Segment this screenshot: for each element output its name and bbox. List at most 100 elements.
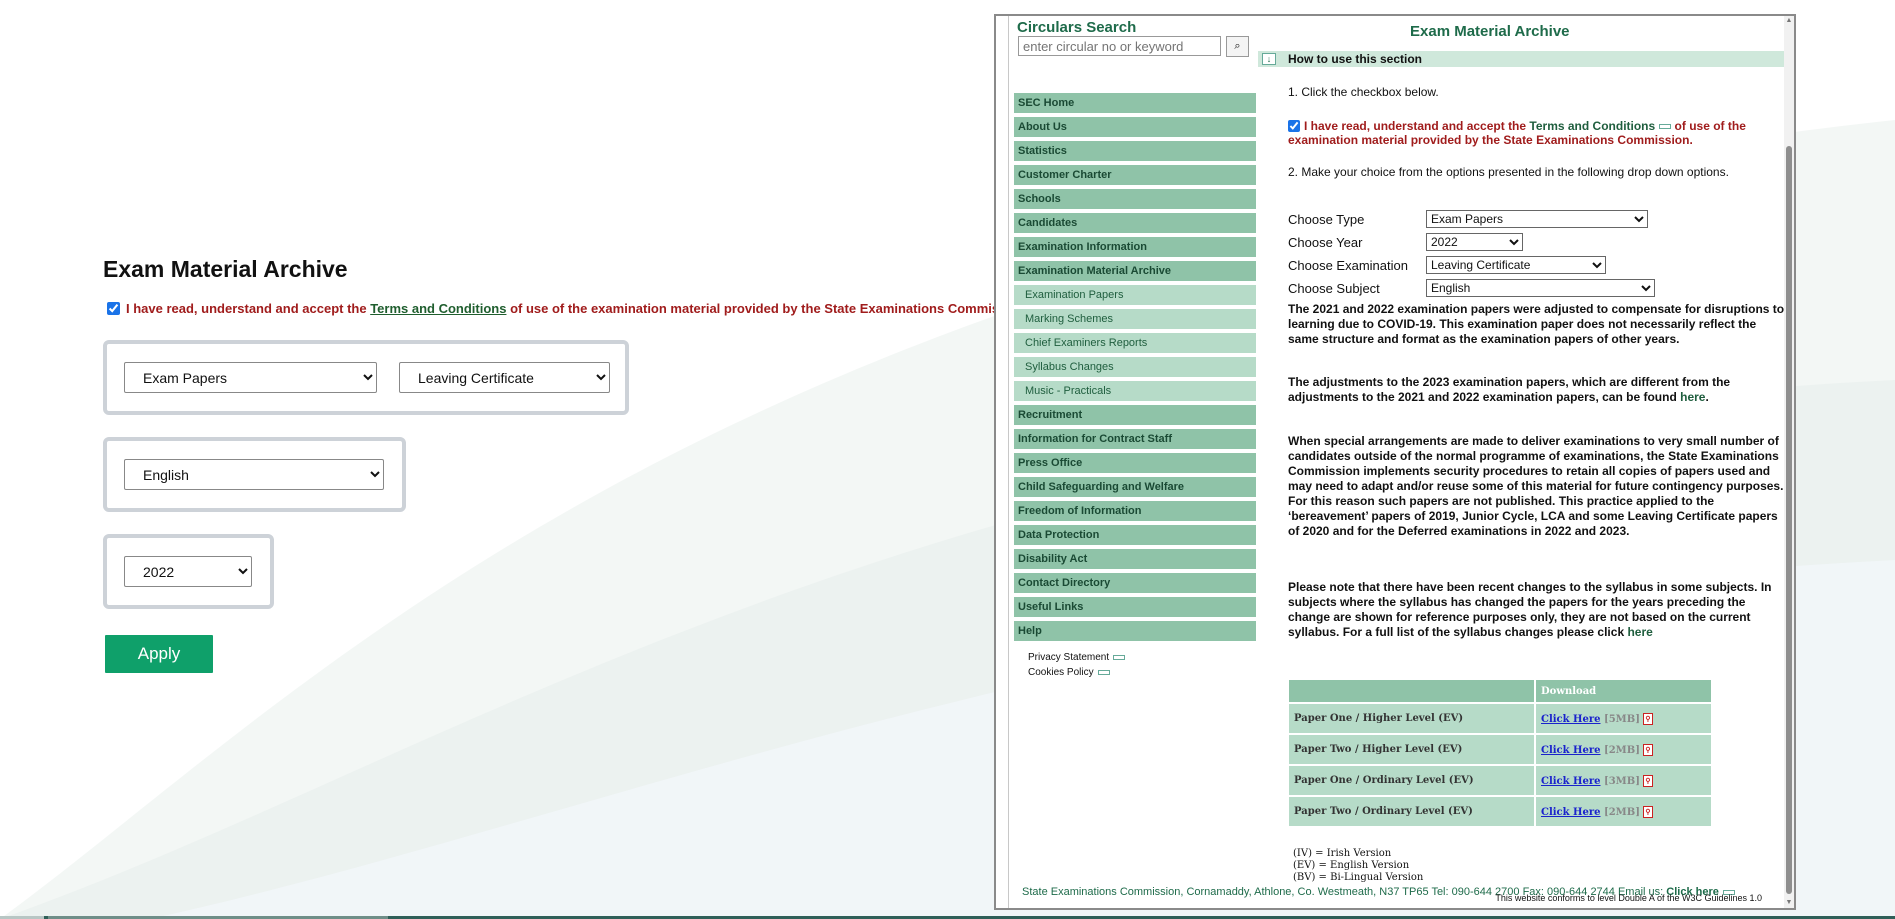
expand-icon[interactable]: ↓ — [1262, 53, 1276, 65]
legend-irish: (IV) = Irish Version — [1293, 848, 1392, 859]
type-select[interactable]: Exam Papers — [124, 362, 377, 393]
download-link[interactable]: Click Here — [1541, 776, 1601, 787]
sidebar-item-useful-links[interactable]: Useful Links — [1014, 597, 1256, 617]
file-size: [2MB] — [1603, 806, 1640, 818]
howto-bar[interactable]: ↓ How to use this section — [1258, 51, 1786, 67]
sidebar-item-marking-schemes[interactable]: Marking Schemes — [1014, 309, 1256, 329]
paper-name: Paper One / Ordinary Level (EV) — [1289, 766, 1534, 795]
table-header-download: Download — [1536, 680, 1711, 702]
w3c-notice: This website conforms to level Double A … — [1495, 893, 1762, 903]
legend-english: (EV) = English Version — [1293, 860, 1410, 871]
sidebar-item-press-office[interactable]: Press Office — [1014, 453, 1256, 473]
terms-acceptance-inner: I have read, understand and accept the T… — [1288, 119, 1783, 147]
paper-name: Paper One / Higher Level (EV) — [1289, 704, 1534, 733]
sidebar-item-candidates[interactable]: Candidates — [1014, 213, 1256, 233]
file-size: [2MB] — [1603, 744, 1640, 756]
subject-select[interactable]: English — [124, 459, 384, 490]
choose-exam-select[interactable]: Leaving Certificate — [1426, 256, 1606, 274]
pdf-icon: ⚲ — [1642, 774, 1653, 787]
cookies-policy-link[interactable]: Cookies Policy — [1028, 667, 1094, 678]
step-one-text: 1. Click the checkbox below. — [1288, 85, 1439, 99]
choose-type-label: Choose Type — [1288, 211, 1365, 227]
sidebar-item-customer-charter[interactable]: Customer Charter — [1014, 165, 1256, 185]
choose-subject-row: Choose Subject English — [1288, 279, 1655, 297]
sidebar-item-music-practicals[interactable]: Music - Practicals — [1014, 381, 1256, 401]
table-row: Paper Two / Ordinary Level (EV) Click Her… — [1289, 797, 1711, 826]
adjustments-link[interactable]: here — [1680, 390, 1705, 404]
paper-name: Paper Two / Higher Level (EV) — [1289, 735, 1534, 764]
adjustments-period: . — [1705, 390, 1709, 404]
download-link[interactable]: Click Here — [1541, 807, 1601, 818]
covid-notice: The 2021 and 2022 examination papers wer… — [1288, 302, 1785, 346]
scroll-up-icon[interactable]: ▲ — [1784, 16, 1794, 26]
sidebar-item-data-protection[interactable]: Data Protection — [1014, 525, 1256, 545]
apply-button[interactable]: Apply — [105, 635, 213, 673]
terms-checkbox-inner[interactable] — [1288, 120, 1300, 132]
sidebar-item-examination-material-archive[interactable]: Examination Material Archive — [1014, 261, 1256, 281]
sidebar-item-statistics[interactable]: Statistics — [1014, 141, 1256, 161]
special-arrangements-notice: When special arrangements are made to de… — [1288, 434, 1784, 538]
syllabus-text: Please note that there have been recent … — [1288, 580, 1772, 639]
scrollbar-thumb[interactable] — [1786, 146, 1792, 894]
sidebar-item-examination-papers[interactable]: Examination Papers — [1014, 285, 1256, 305]
download-cell: Click Here [3MB] ⚲ — [1536, 766, 1711, 795]
legend-bilingual: (BV) = Bi-Lingual Version — [1293, 872, 1424, 883]
sidebar-item-disability-act[interactable]: Disability Act — [1014, 549, 1256, 569]
terms-inner-link[interactable]: Terms and Conditions — [1529, 119, 1655, 133]
scroll-down-icon[interactable]: ▼ — [1784, 898, 1794, 908]
frame-edge — [1008, 16, 1009, 908]
type-exam-box: Exam Papers Leaving Certificate — [103, 340, 629, 415]
external-link-icon — [1113, 654, 1126, 660]
sidebar-item-examination-information[interactable]: Examination Information — [1014, 237, 1256, 257]
download-link[interactable]: Click Here — [1541, 745, 1601, 756]
terms-text-suffix: of use of the examination material provi… — [506, 301, 1030, 316]
sidebar-item-syllabus-changes[interactable]: Syllabus Changes — [1014, 357, 1256, 377]
choose-year-row: Choose Year 2022 — [1288, 233, 1523, 251]
terms-acceptance: I have read, understand and accept the T… — [107, 301, 1029, 316]
terms-checkbox[interactable] — [107, 302, 120, 315]
choose-exam-label: Choose Examination — [1288, 257, 1408, 273]
howto-label: How to use this section — [1288, 52, 1423, 66]
external-link-icon — [1659, 124, 1672, 130]
embedded-site-window: Circulars Search ⌕ SEC Home About Us Stati… — [994, 14, 1796, 910]
privacy-statement-link[interactable]: Privacy Statement — [1028, 652, 1109, 663]
terms-inner-prefix: I have read, understand and accept the — [1304, 119, 1530, 133]
external-link-icon — [1097, 669, 1110, 675]
sidebar-item-help[interactable]: Help — [1014, 621, 1256, 641]
download-cell: Click Here [5MB] ⚲ — [1536, 704, 1711, 733]
terms-link[interactable]: Terms and Conditions — [370, 301, 506, 316]
download-link[interactable]: Click Here — [1541, 714, 1601, 725]
circulars-title: Circulars Search — [1017, 19, 1137, 36]
step-two-text: 2. Make your choice from the options pre… — [1288, 165, 1729, 179]
version-legend: (IV) = Irish Version (EV) = English Vers… — [1289, 846, 1713, 886]
pdf-icon: ⚲ — [1642, 712, 1653, 725]
table-header-paper — [1289, 680, 1534, 702]
circulars-search-input[interactable] — [1018, 36, 1221, 56]
pdf-icon: ⚲ — [1642, 805, 1653, 818]
subject-box: English — [103, 437, 406, 512]
sidebar-item-contact-directory[interactable]: Contact Directory — [1014, 573, 1256, 593]
choose-type-row: Choose Type Exam Papers — [1288, 210, 1648, 228]
sidebar-item-information-for-contract-staff[interactable]: Information for Contract Staff — [1014, 429, 1256, 449]
sidebar-item-schools[interactable]: Schools — [1014, 189, 1256, 209]
choose-subject-label: Choose Subject — [1288, 280, 1380, 296]
search-icon[interactable]: ⌕ — [1226, 36, 1249, 57]
choose-year-select[interactable]: 2022 — [1426, 233, 1523, 251]
year-box: 2022 — [103, 534, 274, 609]
sidebar-item-freedom-of-information[interactable]: Freedom of Information — [1014, 501, 1256, 521]
exam-select[interactable]: Leaving Certificate — [399, 362, 610, 393]
year-select[interactable]: 2022 — [124, 556, 252, 587]
sidebar-item-child-safeguarding-and-welfare[interactable]: Child Safeguarding and Welfare — [1014, 477, 1256, 497]
syllabus-link[interactable]: here — [1627, 625, 1652, 639]
window-scrollbar[interactable]: ▲ ▼ — [1784, 16, 1794, 908]
choose-type-select[interactable]: Exam Papers — [1426, 210, 1648, 228]
table-row: Paper One / Ordinary Level (EV) Click Her… — [1289, 766, 1711, 795]
syllabus-notice: Please note that there have been recent … — [1288, 580, 1785, 640]
file-size: [5MB] — [1603, 713, 1640, 725]
sidebar-item-recruitment[interactable]: Recruitment — [1014, 405, 1256, 425]
sidebar-item-chief-examiners-reports[interactable]: Chief Examiners Reports — [1014, 333, 1256, 353]
sidebar-item-sec-home[interactable]: SEC Home — [1014, 93, 1256, 113]
table-row: Paper Two / Higher Level (EV) Click Here … — [1289, 735, 1711, 764]
sidebar-item-about-us[interactable]: About Us — [1014, 117, 1256, 137]
choose-subject-select[interactable]: English — [1426, 279, 1655, 297]
